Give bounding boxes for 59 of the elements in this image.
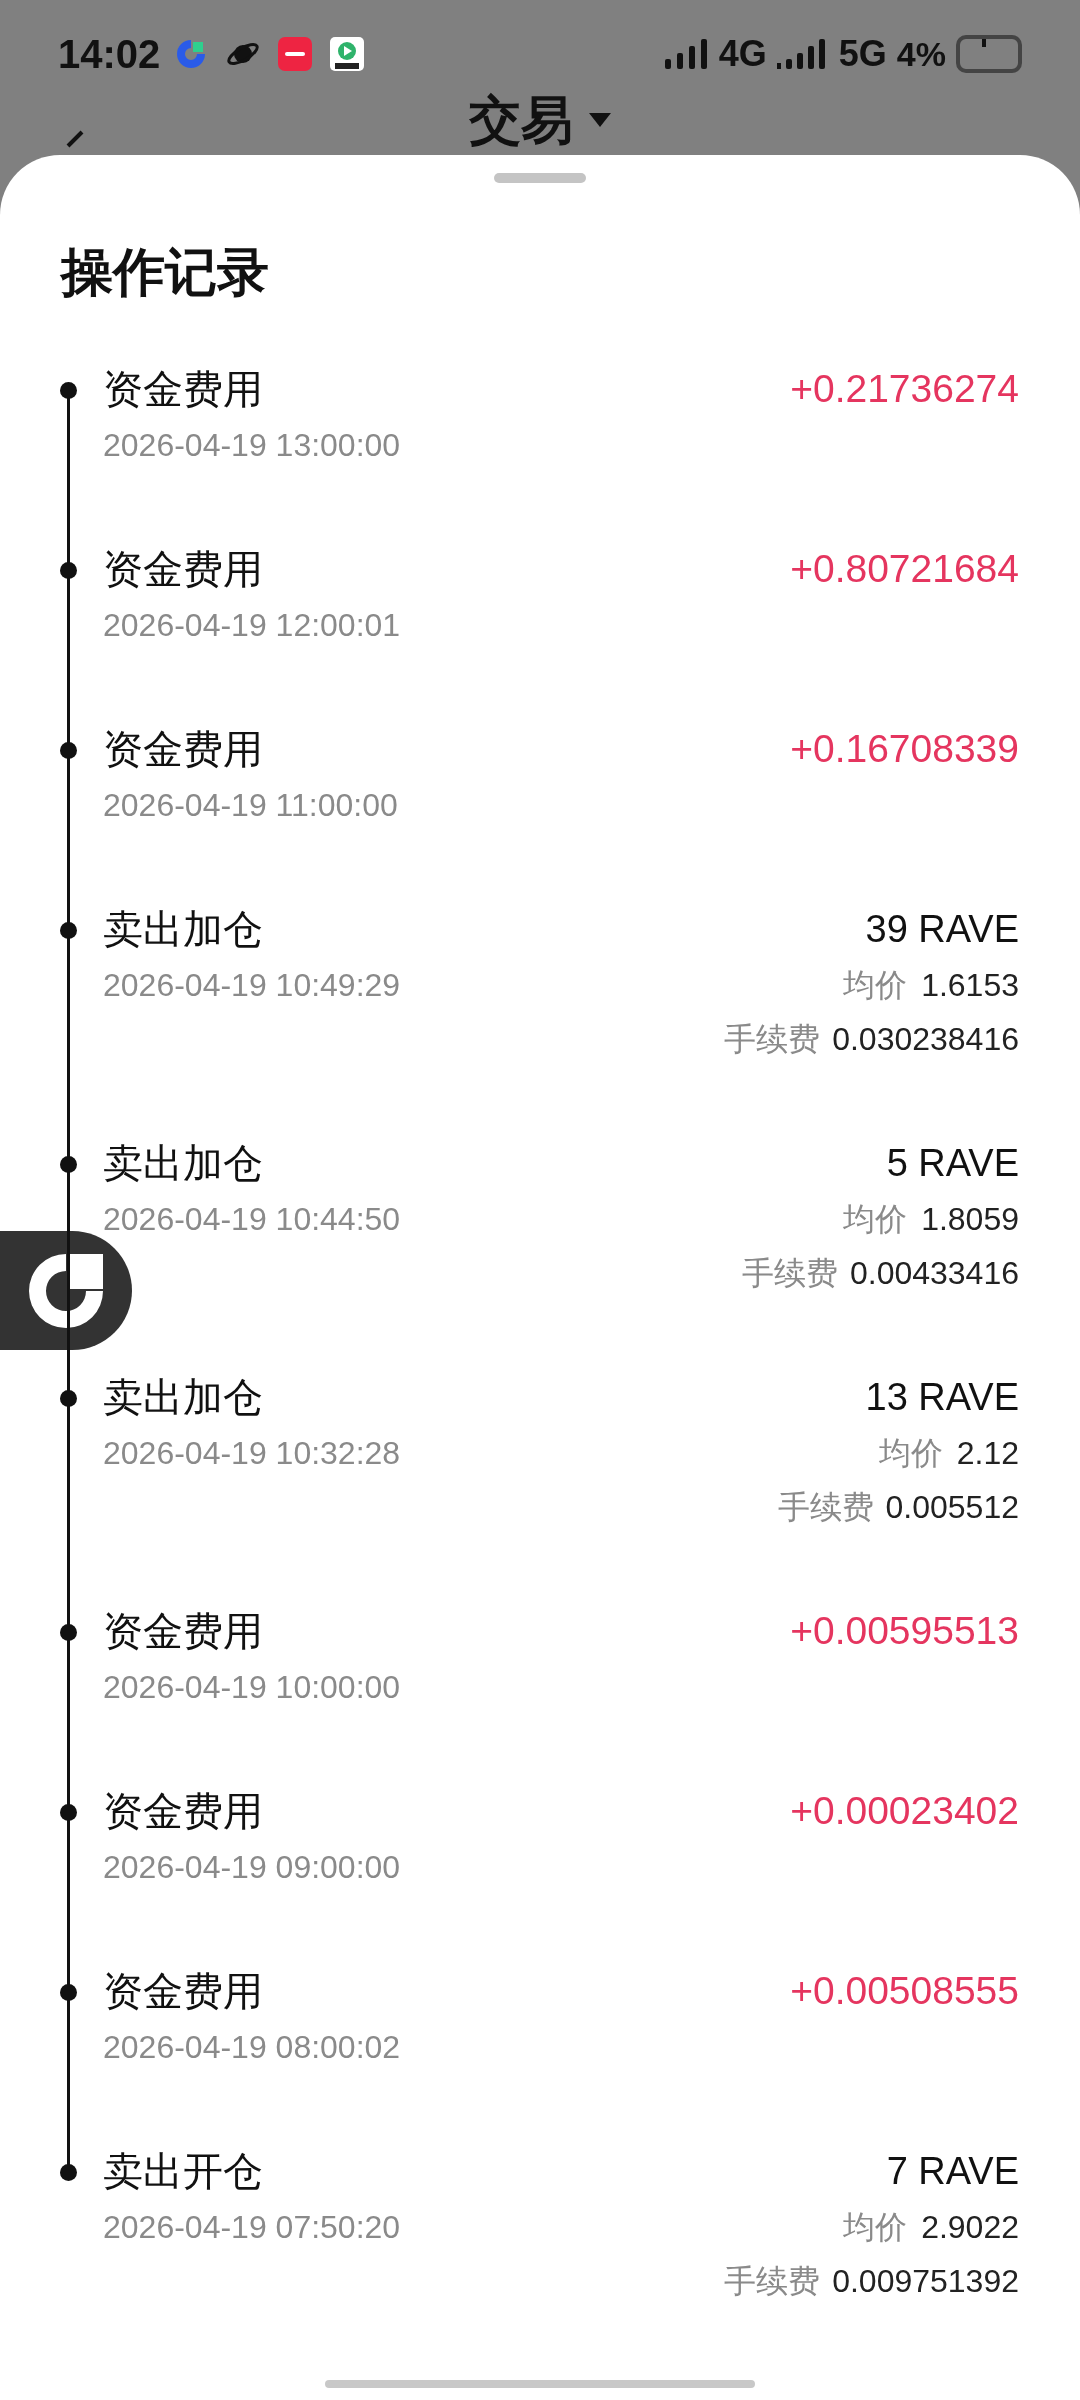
record-time: 2026-04-19 10:00:00	[103, 1668, 401, 1707]
battery-percent: 4%	[896, 33, 946, 75]
caret-icon	[589, 113, 611, 127]
fee-label: 手续费	[724, 1020, 821, 1059]
avg-price-label: 均价	[843, 1200, 908, 1239]
fee-value: 0.00433416	[849, 1254, 1019, 1293]
trade-quantity: 39 RAVE	[865, 907, 1019, 952]
fee-label: 手续费	[724, 2262, 821, 2301]
fee-value: 0.005512	[885, 1488, 1019, 1527]
avg-price-label: 均价	[878, 1434, 943, 1473]
status-time: 14:02	[58, 31, 161, 78]
fee-label: 手续费	[741, 1254, 838, 1293]
avg-price: 1.6153	[921, 966, 1019, 1005]
avg-price: 2.12	[956, 1434, 1019, 1473]
battery-icon	[956, 35, 1022, 73]
fee-label: 手续费	[777, 1488, 874, 1527]
app-icon	[278, 37, 313, 71]
record-title: 资金费用	[103, 366, 264, 413]
avg-price-label: 均价	[843, 2208, 908, 2247]
funding-amount: +0.21736274	[790, 366, 1019, 412]
avg-price-label: 均价	[843, 966, 908, 1005]
avg-price: 1.8059	[921, 1200, 1019, 1239]
sheet-title: 操作记录	[61, 242, 269, 303]
fee-value: 0.030238416	[832, 1020, 1019, 1059]
record-time: 2026-04-19 10:49:29	[103, 966, 401, 1005]
record-title: 卖出加仓	[103, 906, 264, 953]
funding-amount: +0.80721684	[790, 546, 1019, 592]
network-type: 5G	[838, 32, 887, 76]
circle-logo-icon	[29, 1253, 103, 1328]
trade-quantity: 7 RAVE	[886, 2149, 1019, 2194]
title-dropdown[interactable]: 交易	[469, 90, 611, 150]
record-title: 资金费用	[103, 1968, 264, 2015]
record-title: 资金费用	[103, 546, 264, 593]
record-title: 卖出加仓	[103, 1374, 264, 1421]
trade-quantity: 13 RAVE	[865, 1375, 1019, 1420]
play-app-icon	[330, 37, 365, 71]
drag-handle[interactable]	[494, 173, 586, 183]
record-time: 2026-04-19 08:00:02	[103, 2028, 401, 2067]
trade-quantity: 5 RAVE	[886, 1141, 1019, 1186]
avg-price: 2.9022	[921, 2208, 1019, 2247]
funding-amount: +0.00508555	[790, 1968, 1019, 2014]
network-type: 4G	[718, 32, 767, 76]
funding-amount: +0.00023402	[790, 1788, 1019, 1834]
fee-value: 0.009751392	[832, 2262, 1019, 2301]
record-title: 卖出开仓	[103, 2148, 264, 2195]
record-time: 2026-04-19 12:00:01	[103, 606, 401, 645]
record-time: 2026-04-19 11:00:00	[103, 786, 398, 825]
record-title: 资金费用	[103, 726, 264, 773]
record-time: 2026-04-19 10:32:28	[103, 1434, 401, 1473]
signal-icon	[664, 39, 709, 69]
record-title: 资金费用	[103, 1788, 264, 1835]
record-time: 2026-04-19 07:50:20	[103, 2208, 401, 2247]
funding-amount: +0.00595513	[790, 1608, 1019, 1654]
record-time: 2026-04-19 09:00:00	[103, 1848, 401, 1887]
record-title: 卖出加仓	[103, 1140, 264, 1187]
record-time: 2026-04-19 13:00:00	[103, 426, 401, 465]
record-time: 2026-04-19 10:44:50	[103, 1200, 401, 1239]
funding-amount: +0.16708339	[790, 726, 1019, 772]
record-title: 资金费用	[103, 1608, 264, 1655]
